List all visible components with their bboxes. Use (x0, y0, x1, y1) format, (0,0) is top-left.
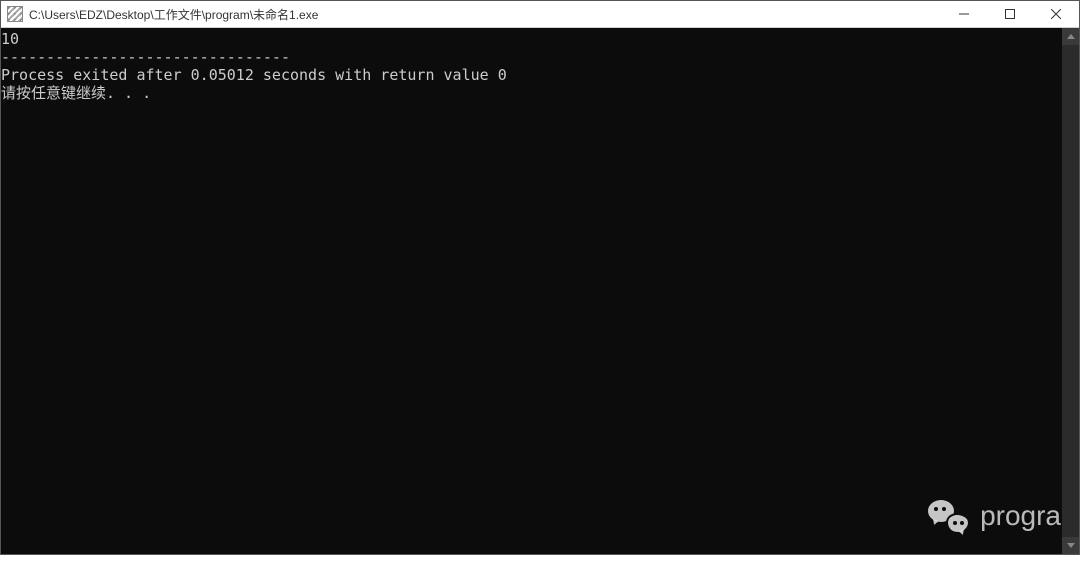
background-window-peek (0, 555, 1080, 562)
vertical-scrollbar[interactable] (1062, 28, 1079, 554)
output-line: Process exited after 0.05012 seconds wit… (1, 66, 507, 84)
output-line: 10 (1, 30, 19, 48)
console-window: C:\Users\EDZ\Desktop\工作文件\program\未命名1.e… (0, 0, 1080, 555)
scroll-up-button[interactable] (1062, 28, 1079, 45)
console-output[interactable]: 10 -------------------------------- Proc… (1, 28, 1062, 554)
titlebar[interactable]: C:\Users\EDZ\Desktop\工作文件\program\未命名1.e… (1, 1, 1079, 28)
minimize-button[interactable] (941, 1, 987, 27)
chevron-down-icon (1067, 543, 1075, 548)
maximize-button[interactable] (987, 1, 1033, 27)
maximize-icon (1005, 9, 1015, 19)
close-button[interactable] (1033, 1, 1079, 27)
output-line: -------------------------------- (1, 48, 290, 66)
output-line: 请按任意键继续. . . (1, 84, 151, 102)
window-title: C:\Users\EDZ\Desktop\工作文件\program\未命名1.e… (29, 6, 941, 23)
minimize-icon (959, 9, 969, 19)
close-icon (1051, 9, 1061, 19)
window-controls (941, 1, 1079, 27)
console-app-icon (7, 6, 23, 22)
chevron-up-icon (1067, 34, 1075, 39)
scroll-down-button[interactable] (1062, 537, 1079, 554)
console-area: 10 -------------------------------- Proc… (1, 28, 1079, 554)
